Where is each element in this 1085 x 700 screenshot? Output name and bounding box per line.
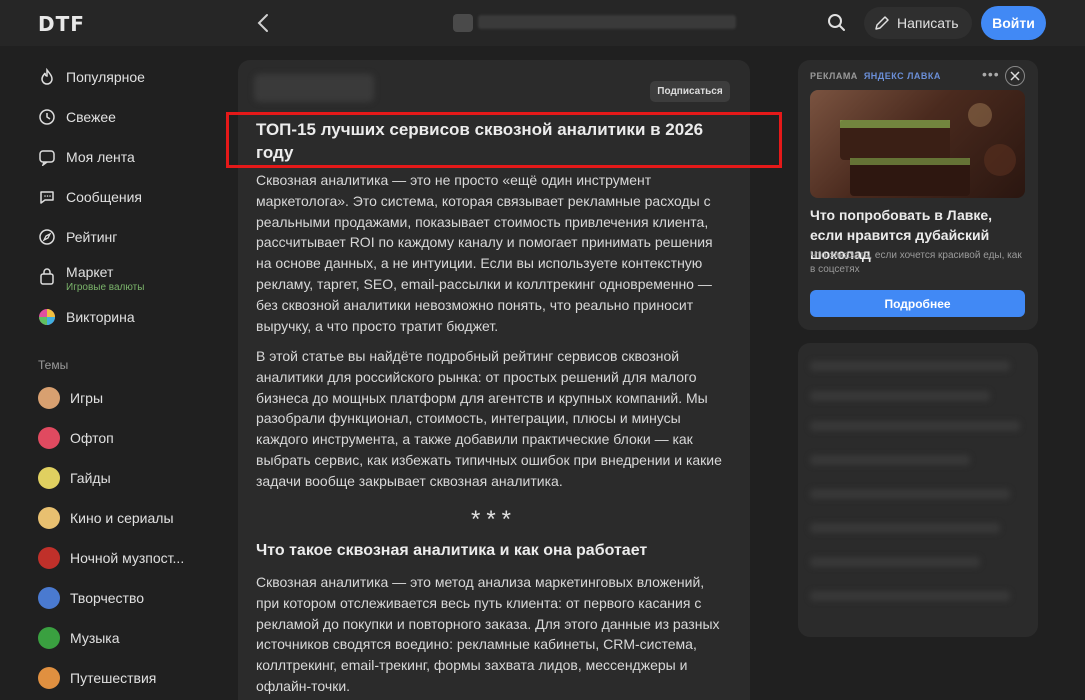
section-heading: Что такое сквозная аналитика и как она р… [256, 542, 648, 559]
blurred-line [810, 421, 1020, 431]
topic-label: Офтоп [70, 430, 114, 446]
write-button[interactable]: Написать [864, 7, 972, 39]
blurred-line [810, 391, 990, 401]
blurred-line [810, 523, 1000, 533]
feed-icon [38, 148, 56, 166]
topic-avatar [38, 547, 60, 569]
topic-item-music-post[interactable]: Ночной музпост... [38, 547, 184, 569]
ad-card: РЕКЛАМА ЯНДЕКС ЛАВКА ••• Что попробовать … [798, 60, 1038, 330]
sidebar-item-messages[interactable]: Сообщения [38, 188, 142, 206]
sidebar-item-label: Маркет [66, 264, 114, 280]
topic-avatar [38, 387, 60, 409]
more-details-button[interactable]: Подробнее [810, 290, 1025, 317]
bag-icon [38, 268, 56, 286]
sidebar: Популярное Свежее Моя лента Сообщения Ре… [0, 46, 230, 700]
topic-avatar [38, 427, 60, 449]
title-highlight-box [226, 112, 782, 168]
topics-heading: Темы [38, 358, 69, 372]
section-separator: *** [470, 506, 518, 533]
topic-item-movies[interactable]: Кино и сериалы [38, 507, 174, 529]
sidebar-item-label: Рейтинг [66, 229, 118, 245]
search-button[interactable] [826, 12, 848, 34]
topic-item-games[interactable]: Игры [38, 387, 103, 409]
topic-avatar [38, 467, 60, 489]
blurred-line [810, 591, 1010, 601]
ad-description: Что заказать, если хочется красивой еды,… [810, 250, 1022, 275]
ad-label: РЕКЛАМА ЯНДЕКС ЛАВКА [810, 71, 941, 81]
fire-icon [38, 68, 56, 86]
login-button[interactable]: Войти [981, 6, 1046, 40]
sidebar-item-quiz[interactable]: Викторина [38, 308, 135, 326]
more-options-icon[interactable]: ••• [982, 66, 1000, 82]
blurred-title [478, 15, 736, 29]
dtf-logo[interactable]: DTF [38, 12, 85, 36]
sidebar-item-fresh[interactable]: Свежее [38, 108, 116, 126]
article-paragraph: В этой статье вы найдёте подробный рейти… [256, 348, 722, 489]
topic-item-travel[interactable]: Путешествия [38, 667, 156, 689]
topic-item-music[interactable]: Музыка [38, 627, 120, 649]
clock-icon [38, 108, 56, 126]
sidebar-item-label: Викторина [66, 309, 135, 325]
sidebar-item-label: Сообщения [66, 189, 142, 205]
compass-icon [38, 228, 56, 246]
gamepad-icon [453, 14, 473, 32]
topic-label: Творчество [70, 590, 145, 606]
topic-item-guides[interactable]: Гайды [38, 467, 111, 489]
sidebar-item-market[interactable]: Маркет Игровые валюты [38, 264, 144, 293]
topic-avatar [38, 587, 60, 609]
close-button[interactable] [1005, 66, 1025, 86]
sidebar-item-popular[interactable]: Популярное [38, 68, 145, 86]
chevron-left-icon [257, 14, 268, 32]
sidebar-item-rating[interactable]: Рейтинг [38, 228, 117, 246]
blurred-line [810, 489, 1010, 499]
topic-label: Ночной музпост... [70, 550, 185, 566]
search-icon [828, 14, 845, 31]
topic-label: Гайды [70, 470, 111, 486]
topic-label: Кино и сериалы [70, 510, 174, 526]
chat-icon [38, 188, 56, 206]
topic-item-creative[interactable]: Творчество [38, 587, 144, 609]
article-paragraph: Сквозная аналитика — это метод анализа м… [256, 574, 720, 694]
topic-avatar [38, 507, 60, 529]
blurred-line [810, 455, 970, 465]
blurred-line [810, 361, 1010, 371]
top-header: DTF Написать Войти [0, 0, 1085, 46]
back-button[interactable] [252, 11, 274, 35]
topic-label: Игры [70, 390, 104, 406]
sidebar-item-feed[interactable]: Моя лента [38, 148, 135, 166]
quiz-icon [38, 308, 56, 326]
ad-image[interactable] [810, 90, 1025, 198]
blurred-widget [798, 343, 1038, 637]
write-button-label: Написать [897, 15, 959, 31]
pencil-icon [875, 16, 889, 30]
ad-brand[interactable]: ЯНДЕКС ЛАВКА [864, 71, 941, 81]
subscribe-button[interactable]: Подписаться [650, 81, 730, 102]
close-icon [1010, 71, 1020, 81]
market-sublabel: Игровые валюты [66, 282, 145, 293]
topic-avatar [38, 627, 60, 649]
topic-item-offtop[interactable]: Офтоп [38, 427, 114, 449]
topic-label: Путешествия [70, 670, 157, 686]
topic-avatar [38, 667, 60, 689]
sidebar-item-label: Свежее [66, 109, 116, 125]
sidebar-item-label: Популярное [66, 69, 145, 85]
blurred-line [810, 557, 980, 567]
sidebar-item-label: Моя лента [66, 149, 135, 165]
article-paragraph: Сквозная аналитика — это не просто «ещё … [256, 172, 713, 334]
author-info[interactable] [254, 74, 374, 102]
topic-label: Музыка [70, 630, 120, 646]
